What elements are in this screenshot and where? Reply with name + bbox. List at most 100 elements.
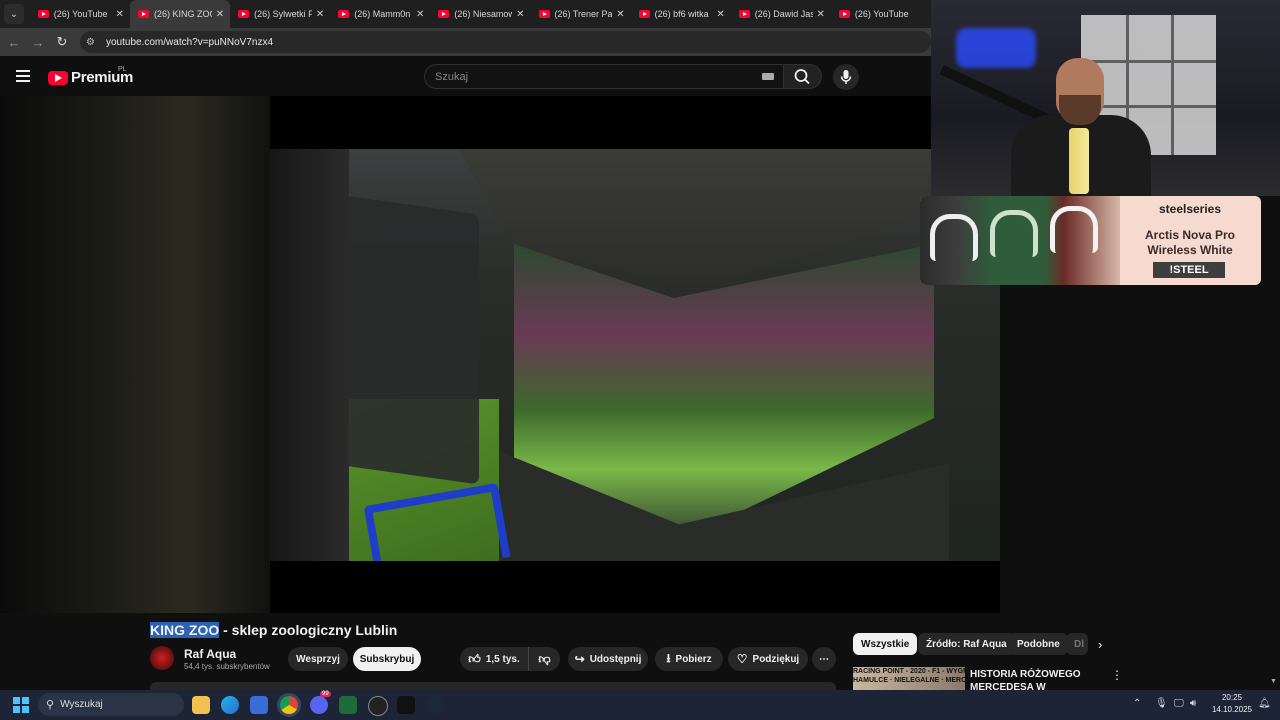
close-tab-icon[interactable]: ✕: [716, 9, 724, 20]
browser-tab-active[interactable]: (26) KING ZOO ✕: [129, 0, 231, 28]
browser-tab[interactable]: (26) Dawid Jas ✕: [731, 0, 831, 28]
streamer-webcam-overlay: [931, 0, 1280, 196]
thumbs-up-icon: 👍︎: [468, 651, 481, 666]
voice-search-button[interactable]: [833, 64, 859, 90]
taskbar-search[interactable]: ⚲ Wyszukaj: [38, 693, 184, 716]
like-button[interactable]: 👍︎ 1,5 tys.: [460, 647, 528, 671]
close-tab-icon[interactable]: ✕: [416, 9, 424, 20]
browser-tab[interactable]: (26) Trener Paw✕: [531, 0, 631, 28]
more-actions-button[interactable]: ⋯: [812, 647, 836, 671]
browser-tab[interactable]: (26) YouTube: [831, 0, 931, 28]
windows-taskbar: ⚲ Wyszukaj 99 ⌃ 🎙︎ 🖵︎ 🔊︎ 20:25 14.10.2025 …: [0, 690, 1280, 720]
chip-all[interactable]: Wszystkie: [853, 633, 918, 655]
ad-product-line1: Arctis Nova Pro: [1144, 228, 1236, 242]
chip-source[interactable]: Źródło: Raf Aqua: [918, 633, 1015, 655]
recommendation-thumbnail[interactable]: RACING POINT - 2020 - F1 - WYGRANA HAMUL…: [853, 667, 965, 690]
thumbs-down-icon: 👎︎: [538, 651, 551, 666]
store-icon[interactable]: [250, 696, 268, 714]
chip-more[interactable]: Dl: [1066, 633, 1088, 655]
discord-icon[interactable]: 99: [310, 691, 331, 714]
menu-icon[interactable]: [16, 70, 30, 82]
share-icon: ↪: [574, 652, 585, 666]
share-button[interactable]: ↪ Udostępnij: [568, 647, 648, 671]
close-tab-icon[interactable]: ✕: [817, 9, 825, 20]
sponsor-ad-banner[interactable]: steelseries Arctis Nova Pro Wireless Whi…: [920, 196, 1261, 285]
video-title-rest: - sklep zoologiczny Lublin: [219, 622, 398, 638]
close-tab-icon[interactable]: ✕: [616, 9, 624, 20]
discord-badge: 99: [320, 691, 331, 697]
video-player[interactable]: [0, 96, 1000, 613]
tab-search-icon[interactable]: ⌄: [4, 4, 24, 24]
youtube-favicon-icon: [838, 10, 850, 18]
heart-dollar-icon: ♡: [736, 652, 748, 666]
forward-icon[interactable]: →: [26, 35, 50, 50]
stream-app-icon[interactable]: [397, 696, 415, 714]
browser-tab[interactable]: (26) bf6 witka ✕: [631, 0, 731, 28]
more-vert-icon[interactable]: ⋮: [1111, 668, 1123, 682]
youtube-header: Premium PL Szukaj: [0, 56, 931, 96]
youtube-favicon-icon: [438, 10, 450, 18]
ad-code-badge: !STEEL: [1153, 262, 1225, 278]
volume-icon[interactable]: 🔊︎: [1190, 698, 1196, 709]
youtube-favicon-icon: [638, 10, 650, 18]
close-tab-icon[interactable]: ✕: [316, 9, 324, 20]
steam-icon[interactable]: [426, 696, 444, 714]
keyboard-icon[interactable]: [762, 73, 774, 80]
chip-similar[interactable]: Podobne: [1009, 633, 1068, 655]
microphone-icon: [840, 70, 852, 84]
youtube-favicon-icon: [538, 10, 550, 18]
dislike-button[interactable]: 👎︎: [528, 647, 560, 671]
chrome-icon[interactable]: [280, 696, 298, 714]
support-button[interactable]: Wesprzyj: [288, 647, 348, 671]
chevron-up-icon[interactable]: ⌃: [1133, 698, 1141, 709]
close-tab-icon[interactable]: ✕: [516, 9, 524, 20]
headphones-image: [920, 196, 1120, 285]
video-frame: [269, 149, 1000, 561]
windows-start-icon[interactable]: [13, 697, 29, 713]
site-info-icon[interactable]: ⚙: [86, 37, 100, 48]
youtube-favicon-icon: [738, 10, 750, 18]
taskbar-clock[interactable]: 20:25 14.10.2025: [1206, 692, 1258, 716]
notifications-icon[interactable]: 🔔︎: [1258, 698, 1271, 709]
browser-tab[interactable]: (26) Sylwetki P ✕: [230, 0, 330, 28]
download-icon: ⭳: [666, 650, 671, 665]
youtube-favicon-icon: [238, 10, 250, 18]
search-icon: [794, 69, 810, 85]
channel-avatar[interactable]: [150, 646, 174, 670]
channel-name[interactable]: Raf Aqua: [184, 647, 236, 661]
microphone-tray-icon[interactable]: 🎙︎: [1155, 698, 1168, 709]
youtube-logo[interactable]: Premium PL: [48, 66, 133, 86]
subscriber-count: 54,4 tys. subskrybentów: [184, 662, 270, 671]
thanks-button[interactable]: ♡ Podziękuj: [728, 647, 808, 671]
ad-product-line2: Wireless White: [1147, 243, 1233, 257]
recommendation-title[interactable]: HISTORIA RÓŻOWEGO MERCEDESA W FORMULE 1!: [970, 668, 1095, 690]
youtube-favicon-icon: [37, 10, 49, 18]
search-input[interactable]: Szukaj: [424, 64, 784, 89]
chevron-right-icon[interactable]: ›: [1098, 637, 1102, 652]
browser-tab-strip: ⌄ (26) YouTube ✕ (26) KING ZOO ✕ (26) Sylw…: [0, 0, 931, 28]
download-button[interactable]: ⭳ Pobierz: [655, 647, 723, 671]
scroll-down-icon[interactable]: ▼: [1270, 678, 1277, 685]
video-title-highlight: KING ZOO: [150, 622, 220, 638]
search-button[interactable]: [784, 64, 822, 89]
browser-tab[interactable]: (26) YouTube ✕: [30, 0, 130, 28]
reload-icon[interactable]: ↻: [50, 34, 74, 50]
network-icon[interactable]: 🖵︎: [1174, 698, 1184, 709]
close-tab-icon[interactable]: ✕: [216, 9, 224, 20]
search-icon: ⚲: [46, 699, 55, 711]
edge-icon[interactable]: [221, 696, 239, 714]
file-explorer-icon[interactable]: [192, 696, 210, 714]
close-tab-icon[interactable]: ✕: [116, 9, 124, 20]
subscribe-button[interactable]: Subskrybuj: [353, 647, 421, 671]
browser-nav-bar: ← → ↻ ⚙ youtube.com/watch?v=puNNoV7nzx4: [0, 28, 931, 56]
description-box[interactable]: [150, 682, 836, 690]
back-icon[interactable]: ←: [2, 35, 26, 50]
youtube-play-icon: [48, 70, 68, 85]
address-bar[interactable]: ⚙ youtube.com/watch?v=puNNoV7nzx4: [80, 31, 931, 53]
youtube-favicon-icon: [338, 10, 350, 18]
browser-tab[interactable]: (26) Mamm0n ✕: [330, 0, 430, 28]
xbox-icon[interactable]: [339, 696, 357, 714]
url-text: youtube.com/watch?v=puNNoV7nzx4: [106, 36, 274, 48]
browser-tab[interactable]: (26) Niesamow ✕: [430, 0, 530, 28]
obs-icon[interactable]: [368, 696, 388, 716]
